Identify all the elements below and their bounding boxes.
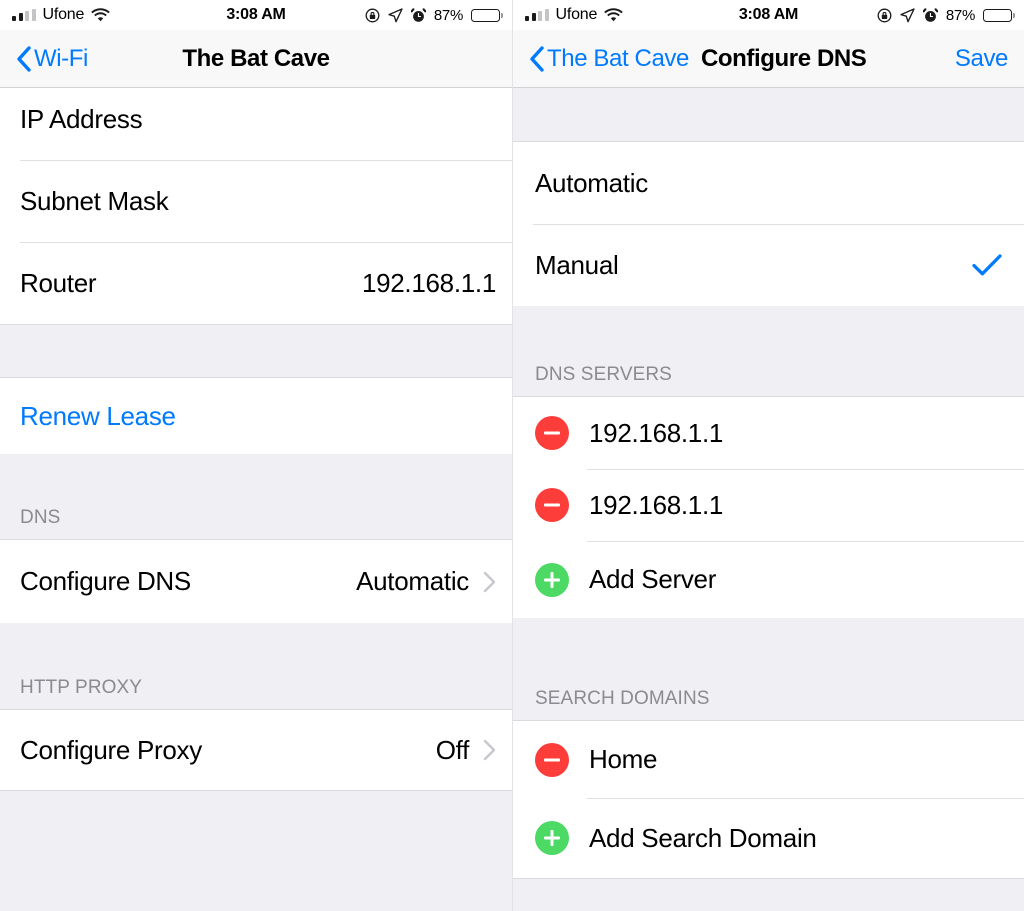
dns-group: Configure DNS Automatic (0, 540, 512, 623)
battery-percent-label: 87% (945, 6, 975, 24)
rotation-lock-icon (877, 8, 892, 23)
top-spacer-right (513, 88, 1024, 142)
chevron-left-icon (529, 45, 544, 72)
settings-list-left[interactable]: Configure IP Automatic IP Address Subnet… (0, 88, 512, 911)
configure-dns-list[interactable]: Automatic Manual DNS SERVERS 192.168.1.1… (513, 88, 1024, 911)
section-header-dns-label: DNS (20, 507, 61, 528)
back-button-the-bat-cave[interactable]: The Bat Cave (529, 45, 689, 73)
battery-percent-label: 87% (433, 6, 463, 24)
location-arrow-icon (900, 7, 915, 23)
search-domain-label: Home (589, 744, 658, 774)
location-arrow-icon (388, 7, 403, 23)
dns-server-label: 192.168.1.1 (589, 489, 724, 520)
row-dns-server-1[interactable]: 192.168.1.1 (513, 397, 1024, 469)
section-header-search-domains: SEARCH DOMAINS (513, 618, 1024, 721)
option-label-manual: Manual (535, 249, 619, 280)
nav-bar-left: Wi-Fi The Bat Cave (0, 30, 512, 88)
row-value-configure-dns: Automatic (356, 566, 469, 596)
status-bar-left: Ufone 3:08 AM 87% (0, 0, 512, 30)
row-add-search-domain[interactable]: Add Search Domain (513, 798, 1024, 878)
save-button[interactable]: Save (955, 45, 1009, 73)
row-value-configure-proxy: Off (435, 734, 470, 765)
right-phone-screen: Ufone 3:08 AM 87% The Bat Cave Configure… (512, 0, 1024, 911)
section-header-dns-servers: DNS SERVERS (513, 306, 1024, 397)
dns-server-label: 192.168.1.1 (589, 417, 724, 448)
status-bar-right: Ufone 3:08 AM 87% (513, 0, 1024, 30)
alarm-clock-icon (922, 7, 938, 23)
remove-icon[interactable] (535, 742, 569, 777)
row-configure-proxy[interactable]: Configure Proxy Off (0, 710, 512, 790)
option-label-automatic: Automatic (535, 167, 648, 198)
row-label-configure-proxy: Configure Proxy (20, 734, 202, 765)
row-label-configure-dns: Configure DNS (20, 566, 191, 596)
dns-servers-group: 192.168.1.1 192.168.1.1 Add Server (513, 397, 1024, 618)
alarm-clock-icon (410, 7, 426, 23)
page-title-right: Configure DNS (700, 44, 867, 72)
remove-icon[interactable] (535, 416, 569, 450)
back-button-label: The Bat Cave (547, 44, 689, 72)
status-bar-right-group: 87% (877, 6, 1016, 24)
row-label-router: Router (20, 267, 97, 298)
status-bar-right-group: 87% (365, 6, 504, 24)
row-label-renew-lease: Renew Lease (20, 400, 176, 431)
left-phone-screen: Ufone 3:08 AM 87% Wi-Fi The Bat Cave IP … (0, 0, 512, 911)
row-label-ip-address: IP Address (20, 103, 143, 134)
row-search-domain-1[interactable]: Home (513, 721, 1024, 798)
chevron-right-icon (483, 739, 496, 761)
row-router[interactable]: Router 192.168.1.1 (0, 242, 512, 324)
spacer-after-ip-group (0, 324, 512, 378)
row-label-subnet-mask: Subnet Mask (20, 185, 169, 216)
remove-icon[interactable] (535, 488, 569, 522)
bottom-spacer-right (513, 878, 1024, 911)
http-proxy-group: Configure Proxy Off (0, 710, 512, 790)
checkmark-icon (972, 253, 1002, 277)
row-option-manual[interactable]: Manual (513, 224, 1024, 306)
dual-screenshot-container: Ufone 3:08 AM 87% Wi-Fi The Bat Cave IP … (0, 0, 1024, 911)
add-server-label: Add Server (589, 564, 717, 594)
renew-lease-group: Renew Lease (0, 378, 512, 454)
section-header-http-proxy: HTTP PROXY (0, 623, 512, 710)
rotation-lock-icon (365, 8, 380, 23)
chevron-left-icon (16, 45, 31, 72)
back-button-wifi[interactable]: Wi-Fi (16, 45, 88, 73)
add-icon[interactable] (535, 821, 569, 855)
search-domains-group: Home Add Search Domain (513, 721, 1024, 878)
nav-bar-right: The Bat Cave Configure DNS Save (513, 30, 1024, 88)
battery-icon (983, 8, 1016, 22)
section-header-dns-servers-label: DNS SERVERS (535, 364, 672, 385)
row-renew-lease[interactable]: Renew Lease (0, 378, 512, 454)
row-option-automatic[interactable]: Automatic (513, 142, 1024, 224)
add-icon[interactable] (535, 562, 569, 597)
ip-settings-group: Configure IP Automatic IP Address Subnet… (0, 88, 512, 324)
row-ip-address[interactable]: IP Address (0, 88, 512, 160)
dns-mode-group: Automatic Manual (513, 142, 1024, 306)
row-value-router: 192.168.1.1 (361, 267, 496, 298)
row-add-server[interactable]: Add Server (513, 541, 1024, 618)
section-header-dns: DNS (0, 454, 512, 540)
section-header-http-proxy-label: HTTP PROXY (20, 677, 143, 698)
section-header-search-domains-label: SEARCH DOMAINS (535, 688, 710, 709)
chevron-right-icon (483, 571, 496, 593)
row-dns-server-2[interactable]: 192.168.1.1 (513, 469, 1024, 541)
add-search-domain-label: Add Search Domain (589, 822, 817, 853)
back-button-label: Wi-Fi (34, 44, 88, 72)
row-subnet-mask[interactable]: Subnet Mask (0, 160, 512, 242)
row-configure-dns[interactable]: Configure DNS Automatic (0, 540, 512, 623)
bottom-spacer-left (0, 790, 512, 850)
battery-icon (471, 8, 504, 22)
